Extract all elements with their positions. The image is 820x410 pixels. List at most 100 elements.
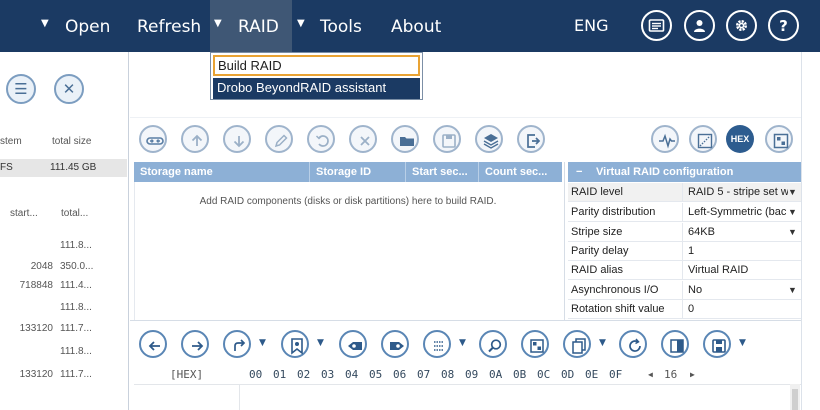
edit-icon[interactable] (265, 125, 293, 153)
column-count-sector[interactable]: Count sec... (479, 162, 562, 182)
raid-dropdown-menu: Build RAID Drobo BeyondRAID assistant (210, 52, 423, 100)
goto-dropdown-arrow-icon[interactable]: ▼ (259, 338, 266, 348)
async-io-value[interactable]: No (688, 281, 788, 300)
messages-icon[interactable] (641, 10, 672, 41)
stripe-size-row[interactable]: Stripe size 64KB ▼ (568, 223, 801, 242)
select-block-icon[interactable] (521, 330, 549, 358)
column-storage-id[interactable]: Storage ID (310, 162, 406, 182)
user-icon[interactable] (684, 10, 715, 41)
help-icon[interactable]: ? (768, 10, 799, 41)
raid-components-icon[interactable] (139, 125, 167, 153)
partition-start: 133120 (19, 369, 53, 380)
hex-view-icon[interactable]: HEX (726, 125, 754, 153)
raid-alias-row[interactable]: RAID alias Virtual RAID (568, 261, 801, 280)
split-view-icon[interactable] (661, 330, 689, 358)
async-io-row[interactable]: Asynchronous I/O No ▼ (568, 281, 801, 300)
partition-total[interactable]: 111.7... (60, 323, 92, 334)
hex-column: 0A (489, 368, 503, 381)
partition-total[interactable]: 111.8... (60, 240, 92, 251)
chevron-down-icon[interactable]: ▼ (788, 183, 797, 202)
save-icon[interactable] (433, 125, 461, 153)
raid-level-row[interactable]: RAID level RAID 5 - stripe set w ▼ (568, 183, 801, 202)
partition-total[interactable]: 350.0... (60, 261, 93, 272)
panel-splitter[interactable] (564, 162, 565, 320)
hex-column: 06 (393, 368, 407, 381)
tools-dropdown-arrow-icon[interactable]: ▼ (297, 18, 305, 29)
hex-column: 0B (513, 368, 527, 381)
column-header-total-size: total size (52, 136, 92, 147)
move-down-icon[interactable] (223, 125, 251, 153)
find-icon[interactable] (479, 330, 507, 358)
raid-level-value[interactable]: RAID 5 - stripe set w (688, 183, 788, 202)
remove-icon[interactable] (349, 125, 377, 153)
chart-icon[interactable] (689, 125, 717, 153)
menu-tools[interactable]: Tools (320, 0, 362, 52)
rotation-shift-row[interactable]: Rotation shift value 0 (568, 300, 801, 319)
parity-distribution-value[interactable]: Left-Symmetric (bac (688, 203, 788, 222)
decrease-width-icon[interactable]: ◀ (648, 370, 653, 379)
grid-view-icon[interactable] (765, 125, 793, 153)
build-raid-menu-item[interactable]: Build RAID (213, 55, 420, 76)
chevron-down-icon[interactable]: ▼ (788, 281, 797, 300)
selected-drive-size: 111.45 GB (50, 162, 97, 173)
raid-dropdown-arrow-icon[interactable]: ▼ (214, 18, 222, 29)
settings-icon[interactable] (726, 10, 757, 41)
column-start-sector[interactable]: Start sec... (406, 162, 479, 182)
waveform-icon[interactable] (651, 125, 679, 153)
raid-config-header: − Virtual RAID configuration (568, 162, 801, 182)
partition-total[interactable]: 111.4... (60, 280, 92, 291)
stripe-size-value[interactable]: 64KB (688, 223, 788, 242)
top-menu-bar: ▼ Open Refresh ▼ RAID ▼ Tools About ENG … (0, 0, 820, 52)
parity-delay-row[interactable]: Parity delay 1 (568, 242, 801, 261)
collapse-icon[interactable]: − (576, 162, 582, 182)
parity-distribution-row[interactable]: Parity distribution Left-Symmetric (bac … (568, 203, 801, 222)
rotation-shift-value[interactable]: 0 (688, 300, 788, 319)
open-folder-icon[interactable] (391, 125, 419, 153)
hex-column: 0C (537, 368, 551, 381)
empty-table-hint: Add RAID components (disks or disk parti… (199, 196, 497, 207)
export-icon[interactable] (517, 125, 545, 153)
left-panel: ☰ ✕ stem total size FS 111.45 GB start..… (0, 52, 129, 410)
save-dropdown-arrow-icon[interactable]: ▼ (739, 338, 746, 348)
refresh-icon[interactable] (619, 330, 647, 358)
bookmark-icon[interactable] (281, 330, 309, 358)
parity-delay-value[interactable]: 1 (688, 242, 788, 261)
list-view-icon[interactable]: ☰ (6, 74, 36, 104)
chevron-down-icon[interactable]: ▼ (788, 203, 797, 222)
language-selector[interactable]: ENG (574, 0, 608, 52)
undo-icon[interactable] (307, 125, 335, 153)
menu-open[interactable]: Open (65, 0, 110, 52)
layers-icon[interactable] (475, 125, 503, 153)
save-data-icon[interactable] (703, 330, 731, 358)
increase-width-icon[interactable]: ▶ (690, 370, 695, 379)
copy-dropdown-arrow-icon[interactable]: ▼ (599, 338, 606, 348)
partition-total[interactable]: 111.7... (60, 369, 92, 380)
drobo-assistant-menu-item[interactable]: Drobo BeyondRAID assistant (213, 78, 420, 99)
hex-column: 08 (441, 368, 455, 381)
menu-about[interactable]: About (391, 0, 441, 52)
previous-bookmark-icon[interactable] (339, 330, 367, 358)
list-dropdown-arrow-icon[interactable]: ▼ (459, 338, 466, 348)
copy-icon[interactable] (563, 330, 591, 358)
rotation-shift-label: Rotation shift value (571, 300, 683, 319)
back-icon[interactable] (139, 330, 167, 358)
move-up-icon[interactable] (181, 125, 209, 153)
menu-refresh[interactable]: Refresh (137, 0, 201, 52)
goto-icon[interactable] (223, 330, 251, 358)
bookmark-dropdown-arrow-icon[interactable]: ▼ (317, 338, 324, 348)
hex-header-divider (134, 384, 802, 385)
list-icon[interactable] (423, 330, 451, 358)
partition-total[interactable]: 111.8... (60, 346, 92, 357)
hex-column: 09 (465, 368, 479, 381)
chevron-down-icon[interactable]: ▼ (788, 223, 797, 242)
column-storage-name[interactable]: Storage name (134, 162, 310, 182)
forward-icon[interactable] (181, 330, 209, 358)
partition-total[interactable]: 111.8... (60, 302, 92, 313)
open-dropdown-arrow-icon[interactable]: ▼ (41, 18, 49, 29)
close-icon[interactable]: ✕ (54, 74, 84, 104)
next-bookmark-icon[interactable] (381, 330, 409, 358)
raid-alias-value[interactable]: Virtual RAID (688, 261, 788, 280)
hex-scrollbar-thumb[interactable] (792, 389, 798, 410)
menu-raid[interactable]: RAID (238, 0, 279, 52)
column-header-system: stem (0, 136, 22, 147)
